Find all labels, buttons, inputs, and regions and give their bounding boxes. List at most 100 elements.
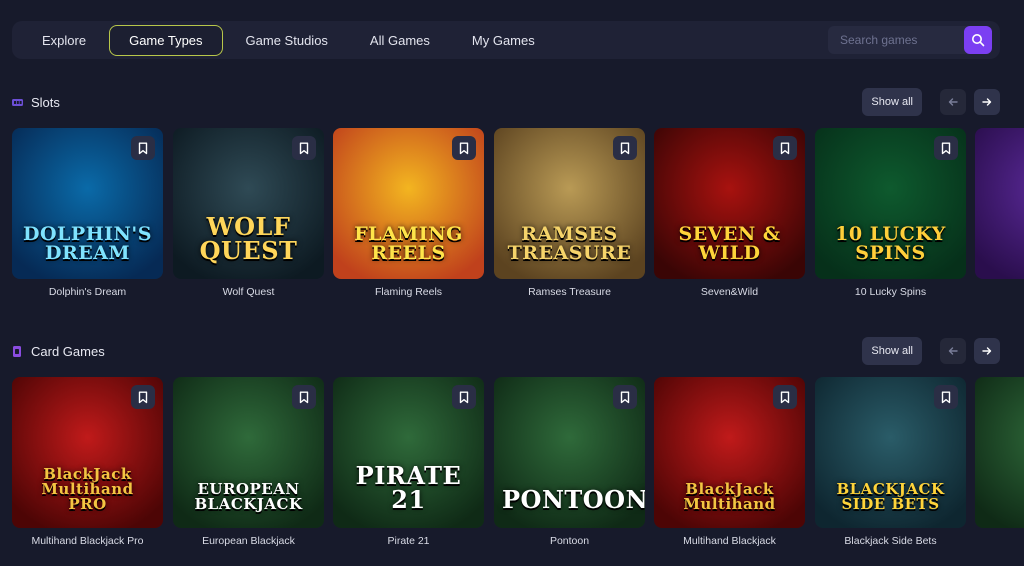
slots-icon	[12, 98, 23, 106]
next-button[interactable]	[974, 338, 1000, 364]
game-logo: RAMSES TREASURE	[507, 223, 632, 264]
game-card[interactable]: 10 LUCKY SPINS 10 Lucky Spins	[815, 128, 966, 298]
game-logo: EUROPEAN BLACKJACK	[194, 480, 303, 513]
bookmark-button[interactable]	[613, 136, 637, 160]
card-games-section-header: Card Games Show all	[12, 337, 1000, 365]
next-button[interactable]	[974, 89, 1000, 115]
search-input[interactable]	[828, 33, 964, 47]
game-logo: BlackJack Multihand	[683, 480, 776, 513]
game-logo: PIRATE 21	[355, 461, 462, 514]
arrow-right-icon	[982, 347, 992, 355]
game-card[interactable]: BlackJack Multihand PRO Multihand Blackja…	[12, 377, 163, 547]
game-name: Multihand Blackjack	[683, 535, 776, 547]
game-card[interactable]: BlackJack Multihand Multihand Blackjack	[654, 377, 805, 547]
game-logo: SEVEN & WILD	[678, 223, 781, 264]
show-all-button[interactable]: Show all	[862, 88, 922, 116]
game-card[interactable]: FLAMING REELS Flaming Reels	[333, 128, 484, 298]
slots-row: DOLPHIN'S DREAM Dolphin's Dream WOLF QUEST…	[12, 128, 1024, 308]
search-button[interactable]	[964, 26, 992, 54]
bookmark-button[interactable]	[773, 136, 797, 160]
bookmark-button[interactable]	[131, 385, 155, 409]
game-logo: BLACKJACK SIDE BETS	[836, 480, 945, 513]
game-thumbnail[interactable]: SEVEN & WILD	[654, 128, 805, 279]
game-logo: BlackJack Multihand PRO	[41, 465, 134, 513]
nav-explore[interactable]: Explore	[32, 26, 105, 55]
game-thumbnail[interactable]: BlackJack Multihand	[654, 377, 805, 528]
game-name: 10 Lucky Spins	[854, 286, 927, 298]
prev-button[interactable]	[940, 89, 966, 115]
game-name: Pirate 21	[387, 535, 430, 547]
section-title: Card Games	[31, 343, 105, 359]
game-name: Ramses Treasure	[528, 286, 611, 298]
game-name: European Blackjack	[202, 535, 295, 547]
nav-game-types[interactable]: Game Types	[109, 24, 223, 56]
game-thumbnail[interactable]: WOLF QUEST	[173, 128, 324, 279]
game-card[interactable]: EUROPEAN BLACKJACK European Blackjack	[173, 377, 324, 547]
bookmark-icon	[780, 142, 790, 154]
bookmark-button[interactable]	[452, 385, 476, 409]
game-card[interactable]: PONTOON Pontoon	[494, 377, 645, 547]
show-all-button[interactable]: Show all	[862, 337, 922, 365]
bookmark-button[interactable]	[934, 136, 958, 160]
game-thumbnail[interactable]: BA	[975, 377, 1024, 528]
game-thumbnail[interactable]: FLAMING REELS	[333, 128, 484, 279]
game-name: A	[975, 286, 1024, 298]
card-games-row: BlackJack Multihand PRO Multihand Blackja…	[12, 377, 1024, 557]
game-logo: WOLF QUEST	[199, 212, 298, 265]
game-logo: 10 LUCKY SPINS	[835, 223, 946, 264]
card-games-icon	[13, 345, 21, 357]
game-name: Seven&Wild	[700, 286, 759, 298]
bookmark-button[interactable]	[131, 136, 155, 160]
bookmark-button[interactable]	[613, 385, 637, 409]
game-card[interactable]: BA	[975, 377, 1024, 535]
game-card[interactable]: WOLF QUEST Wolf Quest	[173, 128, 324, 298]
game-thumbnail[interactable]: PIRATE 21	[333, 377, 484, 528]
bookmark-icon	[620, 391, 630, 403]
prev-button[interactable]	[940, 338, 966, 364]
bookmark-icon	[941, 391, 951, 403]
game-card[interactable]: RAMSES TREASURE Ramses Treasure	[494, 128, 645, 298]
game-thumbnail[interactable]: BlackJack Multihand PRO	[12, 377, 163, 528]
game-card[interactable]: A	[975, 128, 1024, 298]
game-name: Flaming Reels	[374, 286, 443, 298]
game-logo: FLAMING REELS	[354, 223, 463, 264]
game-name: Wolf Quest	[222, 286, 275, 298]
bookmark-icon	[299, 391, 309, 403]
game-thumbnail[interactable]: BLACKJACK SIDE BETS	[815, 377, 966, 528]
game-card[interactable]: SEVEN & WILD Seven&Wild	[654, 128, 805, 298]
bookmark-icon	[138, 391, 148, 403]
game-name: Blackjack Side Bets	[844, 535, 937, 547]
game-card[interactable]: PIRATE 21 Pirate 21	[333, 377, 484, 547]
bookmark-icon	[459, 391, 469, 403]
game-card[interactable]: BLACKJACK SIDE BETS Blackjack Side Bets	[815, 377, 966, 547]
game-thumbnail[interactable]: RAMSES TREASURE	[494, 128, 645, 279]
nav-all-games[interactable]: All Games	[351, 26, 449, 55]
game-name: Multihand Blackjack Pro	[31, 535, 144, 547]
game-card[interactable]: DOLPHIN'S DREAM Dolphin's Dream	[12, 128, 163, 298]
slots-controls: Show all	[862, 88, 1000, 116]
bookmark-icon	[620, 142, 630, 154]
card-games-controls: Show all	[862, 337, 1000, 365]
bookmark-button[interactable]	[292, 136, 316, 160]
game-thumbnail[interactable]: PONTOON	[494, 377, 645, 528]
nav-game-studios[interactable]: Game Studios	[227, 26, 347, 55]
bookmark-button[interactable]	[773, 385, 797, 409]
slots-section-header: Slots Show all	[12, 88, 1000, 116]
game-thumbnail[interactable]: EUROPEAN BLACKJACK	[173, 377, 324, 528]
bookmark-button[interactable]	[934, 385, 958, 409]
nav-my-games[interactable]: My Games	[453, 26, 554, 55]
bookmark-icon	[138, 142, 148, 154]
bookmark-button[interactable]	[452, 136, 476, 160]
bookmark-icon	[780, 391, 790, 403]
search-icon	[972, 34, 985, 47]
game-name: Dolphin's Dream	[48, 286, 127, 298]
game-thumbnail[interactable]: DOLPHIN'S DREAM	[12, 128, 163, 279]
game-thumbnail[interactable]	[975, 128, 1024, 279]
top-nav: Explore Game Types Game Studios All Game…	[12, 21, 1000, 59]
game-logo: PONTOON	[502, 485, 645, 514]
bookmark-button[interactable]	[292, 385, 316, 409]
section-title: Slots	[31, 94, 60, 110]
game-thumbnail[interactable]: 10 LUCKY SPINS	[815, 128, 966, 279]
arrow-left-icon	[948, 347, 958, 355]
bookmark-icon	[941, 142, 951, 154]
